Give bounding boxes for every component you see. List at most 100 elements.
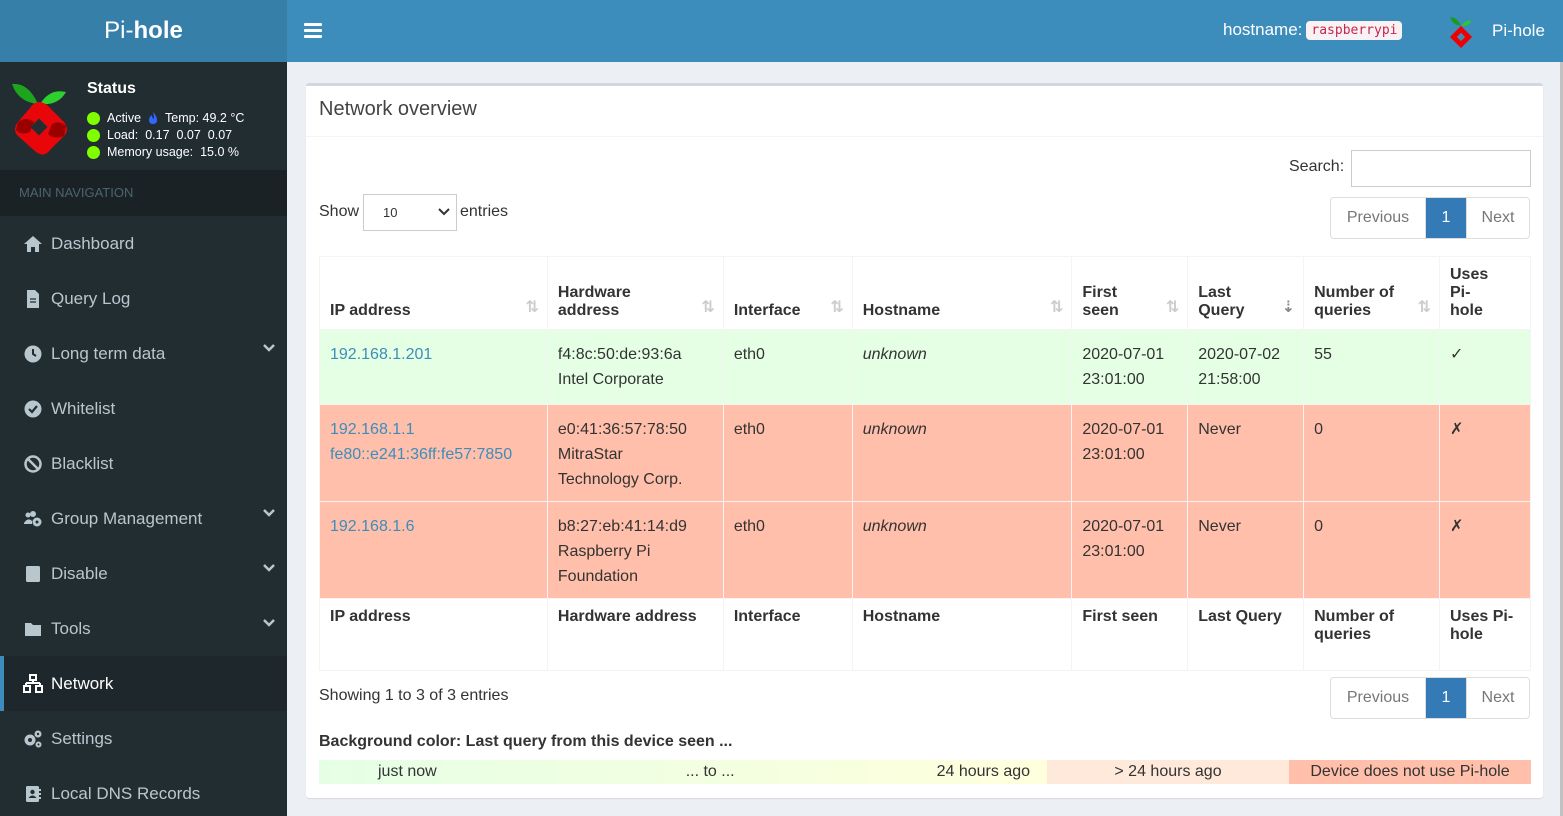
cogs-icon (22, 729, 44, 749)
sidebar-item-label: Blacklist (51, 453, 114, 473)
legend-24h: 24 hours ago (936, 763, 1031, 780)
sidebar-item-label: Tools (51, 618, 91, 638)
sort-icon: ⇅ (1049, 299, 1064, 316)
network-overview-box: Network overview Search: Show 10 entries… (306, 83, 1543, 798)
ip-address-cell[interactable]: 192.168.1.6 (319, 501, 548, 599)
sidebar-item-label: Long term data (51, 343, 166, 363)
show-label: Show (319, 203, 360, 220)
page-length-select[interactable]: 10 (363, 194, 457, 231)
chevron-down-icon (263, 344, 275, 352)
sidebar-item-whitelist[interactable]: Whitelist (0, 381, 287, 436)
sidebar-item-tools[interactable]: Tools (0, 601, 287, 656)
chevron-down-icon (263, 564, 275, 572)
sidebar-item-blacklist[interactable]: Blacklist (0, 436, 287, 491)
next-button[interactable]: Next (1466, 678, 1529, 718)
column-header-hardware-address[interactable]: Hardware address ⇅ (546, 256, 724, 330)
first-seen-cell: 2020-07-01 23:01:00 (1071, 329, 1189, 405)
legend-gradient: just now ... to ... 24 hours ago (319, 760, 1047, 784)
ip-address-cell[interactable]: 192.168.1.1 fe80::e241:36ff:fe57:7850 (319, 404, 548, 502)
search-input[interactable] (1351, 150, 1531, 187)
users-cog-icon (22, 509, 44, 529)
sidebar-toggle-button[interactable] (304, 20, 322, 42)
query-count-cell: 0 (1303, 404, 1440, 502)
column-header-last-query[interactable]: Last Query ⇣ (1187, 256, 1305, 330)
legend-not-using: Device does not use Pi-hole (1289, 760, 1531, 784)
sidebar-item-query-log[interactable]: Query Log (0, 271, 287, 326)
column-footer: Hardware address (546, 598, 724, 671)
sidebar-item-local-dns-records[interactable]: Local DNS Records (0, 766, 287, 816)
ip-address-cell[interactable]: 192.168.1.201 (319, 329, 548, 405)
column-header-number-of-queries[interactable]: Number of queries ⇅ (1303, 256, 1440, 330)
sidebar-item-group-management[interactable]: Group Management (0, 491, 287, 546)
last-query-cell: Never (1187, 404, 1305, 502)
status-panel: Status Active Temp: 49.2 °C Load: 0.17 0.… (0, 62, 287, 170)
table-info: Showing 1 to 3 of 3 entries (319, 687, 509, 704)
page-1-button[interactable]: 1 (1426, 678, 1466, 718)
sidebar-item-disable[interactable]: Disable (0, 546, 287, 601)
home-icon (22, 234, 44, 254)
interface-cell: eth0 (722, 404, 853, 502)
page-1-button[interactable]: 1 (1426, 198, 1466, 238)
stop-icon (22, 564, 44, 584)
status-title: Status (87, 80, 136, 97)
previous-button[interactable]: Previous (1331, 198, 1426, 238)
sort-icon: ⇅ (1417, 299, 1431, 316)
hostname-display: hostname: raspberrypi (1223, 20, 1403, 40)
column-header-first-seen[interactable]: First seen ⇅ (1071, 256, 1189, 330)
cross-icon: ✗ (1439, 404, 1531, 502)
sidebar: Status Active Temp: 49.2 °C Load: 0.17 0.… (0, 62, 287, 816)
folder-icon (22, 619, 44, 639)
sort-desc-icon: ⇣ (1281, 299, 1296, 316)
app-logo[interactable]: Pi-hole (0, 0, 287, 62)
sidebar-item-label: Settings (51, 728, 113, 748)
query-count-cell: 0 (1303, 501, 1440, 599)
status-active: Active Temp: 49.2 °C (87, 111, 244, 125)
last-query-cell: Never (1187, 501, 1305, 599)
pihole-logo-icon (12, 83, 67, 155)
column-footer: Hostname (851, 598, 1073, 671)
network-icon (22, 673, 44, 694)
sidebar-item-long-term-data[interactable]: Long term data (0, 326, 287, 381)
sidebar-item-label: Whitelist (51, 398, 116, 418)
search-label: Search: (1289, 158, 1345, 175)
previous-button[interactable]: Previous (1331, 678, 1426, 718)
ban-icon (22, 454, 44, 474)
hardware-address-cell: e0:41:36:57:78:50 MitraStar Technology Cor… (546, 404, 724, 502)
column-header-interface[interactable]: Interface ⇅ (722, 256, 853, 330)
sidebar-item-network[interactable]: Network (0, 656, 287, 711)
status-dot-icon (87, 128, 100, 142)
first-seen-cell: 2020-07-01 23:01:00 (1071, 501, 1189, 599)
user-menu[interactable]: Pi-hole (1448, 14, 1545, 48)
sidebar-item-settings[interactable]: Settings (0, 711, 287, 766)
column-header-hostname[interactable]: Hostname ⇅ (851, 256, 1073, 330)
column-footer: First seen (1071, 598, 1189, 671)
sort-icon: ⇅ (701, 299, 715, 316)
column-header-uses-pi-hole: Uses Pi-hole (1439, 256, 1531, 330)
pihole-logo-icon (1449, 17, 1473, 48)
page-title: Network overview (306, 86, 1543, 137)
hostname-cell: unknown (851, 404, 1073, 502)
entries-label: entries (460, 203, 509, 220)
sidebar-item-label: Group Management (51, 508, 203, 528)
status-load: Load: 0.17 0.07 0.07 (87, 128, 232, 142)
chevron-down-icon (438, 208, 450, 216)
interface-cell: eth0 (722, 501, 853, 599)
legend-title: Background color: Last query from this d… (319, 733, 733, 750)
hardware-address-cell: b8:27:eb:41:14:d9 Raspberry Pi Foundation (546, 501, 724, 599)
network-table: IP address ⇅ Hardware address ⇅ Interface ⇅ Ho… (319, 256, 1531, 671)
hostname-badge: raspberrypi (1306, 20, 1403, 40)
last-query-cell: 2020-07-02 21:58:00 (1187, 329, 1305, 405)
sidebar-item-dashboard[interactable]: Dashboard (0, 216, 287, 271)
file-icon (22, 289, 44, 309)
interface-cell: eth0 (722, 329, 853, 405)
address-book-icon (22, 784, 44, 804)
next-button[interactable]: Next (1466, 198, 1529, 238)
column-header-ip-address[interactable]: IP address ⇅ (319, 256, 548, 330)
sidebar-item-label: Query Log (51, 288, 131, 308)
top-navbar: Pi-hole hostname: raspberrypi Pi-hole (0, 0, 1563, 62)
sidebar-item-label: Network (51, 673, 114, 693)
hostname-cell: unknown (851, 501, 1073, 599)
first-seen-cell: 2020-07-01 23:01:00 (1071, 404, 1189, 502)
legend-just-now: just now (378, 763, 437, 780)
chevron-down-icon (263, 509, 275, 517)
